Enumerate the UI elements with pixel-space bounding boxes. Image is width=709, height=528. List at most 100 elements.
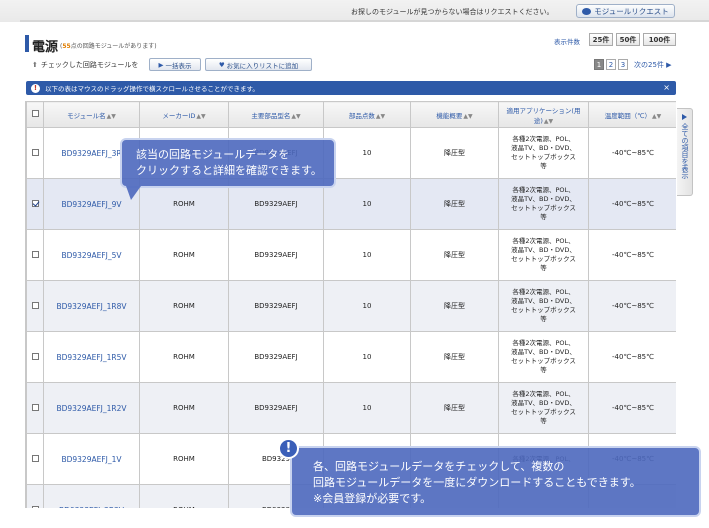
- maker-id-cell: ROHM: [139, 484, 229, 508]
- callout-line: 回路モジュールデータを一度にダウンロードすることもできます。: [313, 476, 641, 489]
- maker-id-cell: ROHM: [139, 280, 229, 332]
- application-line: 等: [540, 366, 547, 374]
- part-count-cell: 10: [323, 178, 411, 230]
- next-page-link[interactable]: 次の25件 ▶: [634, 60, 672, 70]
- table-row[interactable]: BD9329AEFJ_1R2V ROHM BD9329AEFJ 10 降圧型 各種2次電源…: [26, 382, 676, 434]
- row-checkbox[interactable]: [31, 454, 39, 462]
- display-100-button[interactable]: 100件: [643, 33, 676, 46]
- application-line: セットトップボックス: [511, 255, 576, 263]
- close-icon[interactable]: ×: [663, 83, 670, 92]
- part-count-cell: 10: [323, 127, 411, 179]
- application-line: セットトップボックス: [511, 306, 576, 314]
- page-3[interactable]: 3: [618, 59, 628, 70]
- sort-icon: ▲▼: [543, 117, 554, 125]
- sort-icon: ▲▼: [375, 112, 386, 120]
- column-header[interactable]: 主要部品型名▲▼: [228, 101, 324, 128]
- page-1[interactable]: 1: [594, 59, 604, 70]
- module-name-link[interactable]: BD9329AEFJ_1V: [43, 433, 140, 485]
- part-number-cell: BD9329AEFJ: [228, 331, 324, 383]
- scroll-info-text: 以下の表はマウスのドラッグ操作で横スクロールさせることができます。: [45, 85, 259, 93]
- module-count-note: (55点の回路モジュールがあります): [60, 41, 157, 50]
- row-select-cell: [26, 178, 44, 230]
- temperature-cell: -40℃~85℃: [588, 127, 676, 179]
- application-line: セットトップボックス: [511, 204, 576, 212]
- row-checkbox[interactable]: [31, 403, 39, 411]
- row-checkbox[interactable]: [31, 250, 39, 258]
- function-cell: 降圧型: [410, 382, 499, 434]
- maker-id-cell: ROHM: [139, 229, 229, 281]
- select-all-cell: [26, 101, 44, 128]
- temperature-cell: -40℃~85℃: [588, 178, 676, 230]
- select-all-checkbox[interactable]: [31, 110, 39, 117]
- column-label: メーカーID: [162, 111, 196, 120]
- part-count-cell: 10: [323, 331, 411, 383]
- application-line: 液晶TV、BD・DVD、: [511, 399, 576, 407]
- top-bar: お探しのモジュールが見つからない場合はリクエストください。 モジュールリクエスト: [0, 0, 709, 22]
- request-text: お探しのモジュールが見つからない場合はリクエストください。: [351, 8, 554, 16]
- row-select-cell: [26, 127, 44, 179]
- title-accent: [25, 35, 29, 52]
- module-name-link[interactable]: BD9329AEFJ_1R5V: [43, 331, 140, 383]
- table-row[interactable]: BD9329AEFJ_1R5V ROHM BD9329AEFJ 10 降圧型 各種2次電源…: [26, 331, 676, 383]
- add-favorite-label: お気に入りリストに追加: [226, 61, 299, 70]
- row-checkbox[interactable]: [31, 352, 39, 360]
- column-header[interactable]: メーカーID▲▼: [139, 101, 229, 128]
- page-title: 電源: [32, 40, 59, 55]
- application-line: セットトップボックス: [511, 153, 576, 161]
- application-line: 液晶TV、BD・DVD、: [511, 195, 576, 203]
- module-name-link[interactable]: BD9329AEFJ_1R8V: [43, 280, 140, 332]
- row-checkbox[interactable]: [31, 199, 39, 207]
- callout-line: 該当の回路モジュールデータを: [136, 148, 290, 161]
- part-number-cell: BD9329AEFJ: [228, 280, 324, 332]
- temperature-cell: -40℃~85℃: [588, 331, 676, 383]
- page-2[interactable]: 2: [606, 59, 616, 70]
- row-checkbox[interactable]: [31, 301, 39, 309]
- display-count-label: 表示件数: [554, 38, 580, 46]
- module-name-link[interactable]: BD9328EFJ_3R3V: [43, 484, 140, 508]
- module-name-link[interactable]: BD9329AEFJ_1R2V: [43, 382, 140, 434]
- callout-line: 各、回路モジュールデータをチェックして、複数の: [313, 460, 565, 473]
- part-number-cell: BD9329AEFJ: [228, 229, 324, 281]
- speech-bubble-icon: [582, 7, 592, 15]
- check-note: ⬆ チェックした回路モジュールを: [32, 60, 138, 70]
- application-line: 等: [540, 213, 547, 221]
- application-line: セットトップボックス: [511, 357, 576, 365]
- module-name-link[interactable]: BD9329AEFJ_5V: [43, 229, 140, 281]
- column-label: 部品点数: [348, 111, 375, 120]
- temperature-cell: -40℃~85℃: [588, 382, 676, 434]
- row-select-cell: [26, 433, 44, 485]
- row-checkbox[interactable]: [31, 505, 39, 508]
- column-label: 温度範囲（℃）: [604, 111, 652, 120]
- application-line: 等: [540, 417, 547, 425]
- application-line: 液晶TV、BD・DVD、: [511, 297, 576, 305]
- sort-icon: ▲▼: [196, 112, 206, 120]
- function-cell: 降圧型: [410, 331, 499, 383]
- part-count-cell: 10: [323, 280, 411, 332]
- bulk-view-label: 一括表示: [165, 61, 192, 70]
- maker-id-cell: ROHM: [139, 433, 229, 485]
- maker-id-cell: ROHM: [139, 382, 229, 434]
- top-divider: [20, 20, 709, 22]
- application-cell: 各種2次電源、POL、 液晶TV、BD・DVD、 セットトップボックス等: [498, 229, 589, 281]
- table-row[interactable]: BD9329AEFJ_1R8V ROHM BD9329AEFJ 10 降圧型 各種2次電源…: [26, 280, 676, 332]
- row-checkbox[interactable]: [31, 148, 39, 156]
- bulk-view-button[interactable]: ▶ 一括表示: [149, 58, 201, 71]
- display-25-button[interactable]: 25件: [589, 33, 613, 46]
- table-row[interactable]: BD9329AEFJ_5V ROHM BD9329AEFJ 10 降圧型 各種2次電源、P…: [26, 229, 676, 281]
- display-50-button[interactable]: 50件: [616, 33, 640, 46]
- module-request-button[interactable]: モジュールリクエスト: [576, 4, 675, 18]
- column-header[interactable]: モジュール名▲▼: [43, 101, 140, 128]
- temperature-cell: -40℃~85℃: [588, 280, 676, 332]
- application-line: 液晶TV、BD・DVD、: [511, 348, 576, 356]
- callout-line: クリックすると詳細を確認できます。: [136, 164, 322, 177]
- column-header[interactable]: 機能概要▲▼: [410, 101, 499, 128]
- show-all-columns-tab[interactable]: 全ての項目を表示: [677, 108, 693, 196]
- function-cell: 降圧型: [410, 229, 499, 281]
- column-header[interactable]: 部品点数▲▼: [323, 101, 411, 128]
- column-header[interactable]: 温度範囲（℃）▲▼: [588, 101, 676, 128]
- click-detail-callout: 該当の回路モジュールデータを クリックすると詳細を確認できます。: [120, 138, 336, 188]
- sort-icon: ▲▼: [291, 112, 301, 120]
- add-favorite-button[interactable]: ♥ お気に入りリストに追加: [205, 58, 312, 71]
- column-header[interactable]: 適用アプリケーション(用途)▲▼: [498, 101, 589, 128]
- function-cell: 降圧型: [410, 127, 499, 179]
